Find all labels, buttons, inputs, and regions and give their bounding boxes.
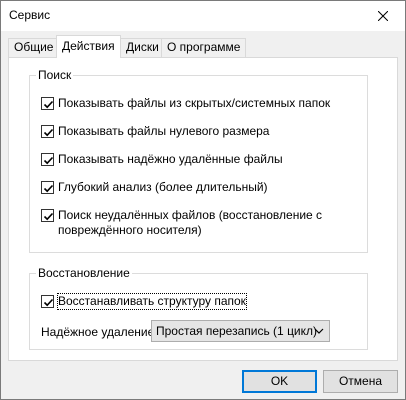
checkmark-icon: [43, 128, 54, 137]
checkmark-icon: [43, 212, 54, 221]
restore-group-title: Восстановление: [36, 266, 132, 280]
checkbox[interactable]: [41, 209, 54, 222]
service-dialog: Сервис Общие Действия Диски О программе …: [0, 0, 406, 400]
option-restore-folder-structure[interactable]: Восстанавливать структуру папок: [41, 293, 247, 310]
checkbox[interactable]: [41, 97, 54, 110]
tab-general[interactable]: Общие: [8, 38, 60, 57]
option-non-deleted-files[interactable]: Поиск неудалённых файлов (восстановление…: [41, 208, 322, 238]
option-label: Восстанавливать структуру папок: [57, 293, 247, 310]
cancel-button[interactable]: Отмена: [323, 370, 398, 393]
close-button[interactable]: [360, 1, 405, 31]
option-label-line-2: повреждённого носителя): [58, 223, 202, 237]
search-group-title: Поиск: [36, 68, 74, 82]
option-label: Поиск неудалённых файлов (восстановление…: [58, 208, 322, 238]
secure-delete-value: Простая перезапись (1 цикл): [156, 324, 318, 338]
tab-actions[interactable]: Действия: [56, 35, 121, 58]
option-zero-size-files[interactable]: Показывать файлы нулевого размера: [41, 124, 269, 139]
option-securely-deleted-files[interactable]: Показывать надёжно удалённые файлы: [41, 152, 283, 167]
actions-tab-panel: Поиск Показывать файлы из скрытых/систем…: [8, 57, 398, 361]
title-bar: Сервис: [1, 1, 405, 31]
secure-delete-select[interactable]: Простая перезапись (1 цикл): [151, 320, 330, 342]
ok-button[interactable]: OK: [242, 370, 317, 393]
option-label: Показывать файлы из скрытых/системных па…: [58, 96, 331, 110]
search-group: Поиск Показывать файлы из скрытых/систем…: [29, 68, 368, 253]
checkbox[interactable]: [41, 153, 54, 166]
option-label: Показывать надёжно удалённые файлы: [58, 152, 283, 166]
checkmark-icon: [43, 298, 54, 307]
option-deep-analysis[interactable]: Глубокий анализ (более длительный): [41, 180, 268, 195]
secure-delete-label: Надёжное удаление: [41, 325, 155, 339]
option-label-line-1: Поиск неудалённых файлов (восстановление…: [58, 208, 323, 222]
checkmark-icon: [43, 156, 54, 165]
option-label: Глубокий анализ (более длительный): [58, 180, 268, 194]
restore-group: Восстановление Восстанавливать структуру…: [29, 266, 368, 350]
option-label: Показывать файлы нулевого размера: [58, 124, 270, 138]
checkmark-icon: [43, 100, 54, 109]
chevron-down-icon: [314, 328, 324, 334]
option-hidden-system-folders[interactable]: Показывать файлы из скрытых/системных па…: [41, 96, 330, 111]
close-icon: [377, 11, 388, 21]
checkbox[interactable]: [41, 295, 54, 308]
checkbox[interactable]: [41, 125, 54, 138]
tab-about[interactable]: О программе: [161, 38, 247, 57]
window-title: Сервис: [9, 8, 51, 22]
tab-disks[interactable]: Диски: [120, 38, 165, 57]
checkmark-icon: [43, 184, 54, 193]
checkbox[interactable]: [41, 181, 54, 194]
